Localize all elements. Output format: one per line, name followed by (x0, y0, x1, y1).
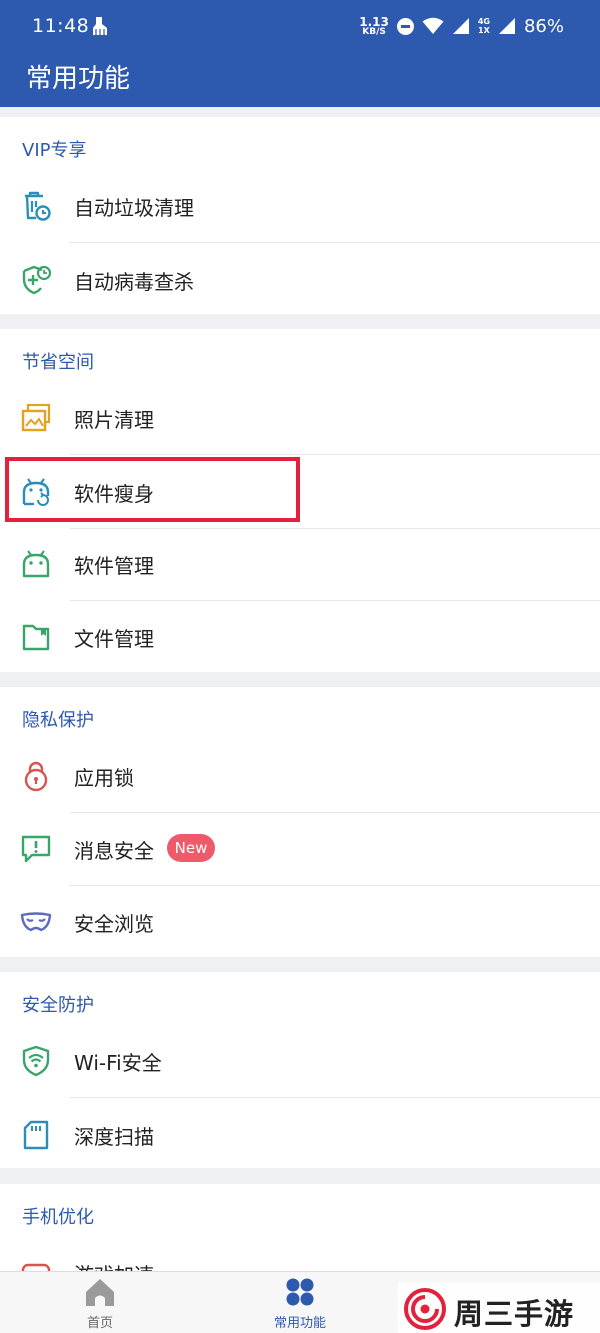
item-label: Wi-Fi安全 (74, 1051, 162, 1075)
section-vip: VIP专享 自动垃圾清理 自动病毒查杀 (0, 117, 600, 314)
status-time: 11:48 (32, 15, 90, 37)
list-item-app-manage[interactable]: 软件管理 (0, 527, 600, 601)
item-label: 文件管理 (74, 627, 154, 651)
section-privacy: 隐私保护 应用锁 消息安全 New 安全浏览 (0, 687, 600, 957)
network-type: 4G 1X (477, 17, 490, 35)
wifi-icon (422, 17, 444, 34)
nav-common-functions[interactable]: 常用功能 (240, 1272, 360, 1333)
item-label: 应用锁 (74, 766, 134, 790)
list-item-safe-browsing[interactable]: 安全浏览 (0, 885, 600, 959)
list-item-file-manage[interactable]: 文件管理 (0, 600, 600, 674)
item-label: 软件管理 (74, 554, 154, 578)
message-alert-icon (21, 835, 51, 863)
list-item-auto-junk-clean[interactable]: 自动垃圾清理 (0, 169, 600, 243)
android-icon (22, 550, 50, 578)
section-title: 手机优化 (22, 1207, 94, 1228)
page-title: 常用功能 (26, 64, 131, 94)
trash-clock-icon (25, 191, 51, 221)
nav-label: 首页 (86, 1316, 113, 1331)
signal-2-icon (498, 18, 515, 34)
network-speed: 1.13 KB/S (359, 14, 389, 37)
item-label: 自动病毒查杀 (74, 270, 194, 294)
watermark-logo-icon (404, 1288, 446, 1330)
watermark: 周三手游网 (398, 1283, 600, 1333)
list-item-wifi-security[interactable]: Wi-Fi安全 (0, 1024, 600, 1098)
section-title: VIP专享 (22, 140, 87, 161)
lock-icon (24, 761, 48, 792)
list-item-auto-virus-scan[interactable]: 自动病毒查杀 (0, 243, 600, 317)
section-security: 安全防护 Wi-Fi安全 深度扫描 (0, 972, 600, 1168)
new-badge: New (167, 834, 215, 862)
list-item-message-security[interactable]: 消息安全 New (0, 812, 600, 886)
status-bar: 11:48 1.13 KB/S 4G 1X 86% (0, 0, 600, 52)
section-title: 节省空间 (22, 352, 94, 373)
section-title: 安全防护 (22, 995, 94, 1016)
wifi-shield-icon (22, 1045, 50, 1077)
broom-icon (93, 17, 107, 35)
battery-level: 86% (523, 15, 564, 37)
status-icons: 1.13 KB/S 4G 1X 86% (359, 14, 564, 38)
home-icon (86, 1279, 114, 1306)
item-label: 自动垃圾清理 (74, 196, 194, 220)
item-label: 消息安全 (74, 839, 154, 863)
do-not-disturb-icon (396, 17, 414, 35)
list-item-app-lock[interactable]: 应用锁 (0, 739, 600, 813)
mask-icon (20, 912, 52, 932)
section-optimization: 手机优化 游戏加速 (0, 1184, 600, 1287)
list-item-photo-clean[interactable]: 照片清理 (0, 381, 600, 455)
nav-home[interactable]: 首页 (40, 1272, 160, 1333)
sd-card-icon (23, 1120, 49, 1150)
shield-plus-clock-icon (22, 265, 52, 295)
nav-label: 常用功能 (273, 1316, 326, 1331)
photos-icon (21, 403, 51, 432)
four-dots-icon (286, 1278, 314, 1306)
app-header: 11:48 1.13 KB/S 4G 1X 86% 常用功能 (0, 0, 600, 107)
list-item-deep-scan[interactable]: 深度扫描 (0, 1098, 600, 1172)
watermark-text: 周三手游网 (454, 1297, 575, 1331)
signal-icon (452, 18, 469, 34)
item-label: 照片清理 (74, 408, 154, 432)
section-title: 隐私保护 (22, 710, 94, 731)
folder-icon (22, 624, 50, 651)
item-label: 深度扫描 (74, 1125, 154, 1149)
item-label: 安全浏览 (74, 912, 154, 936)
highlight-box (5, 457, 300, 522)
